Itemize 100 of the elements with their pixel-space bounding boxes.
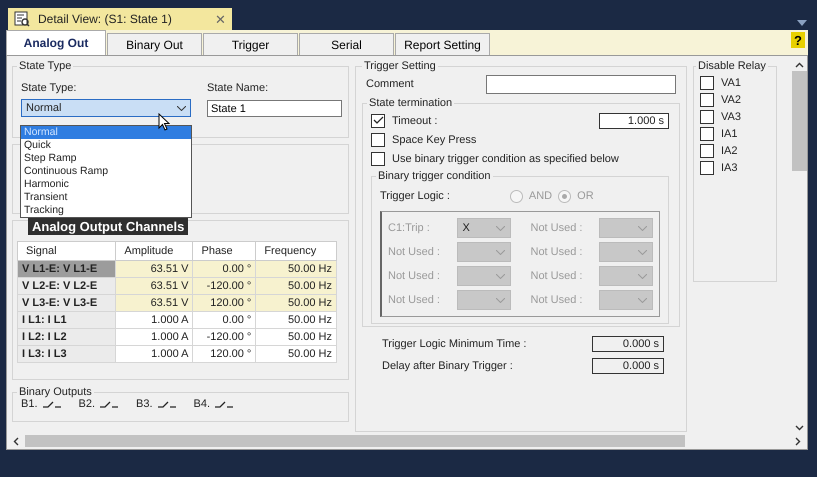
amplitude-cell[interactable]: 63.51 V xyxy=(116,278,193,294)
amplitude-cell[interactable]: 1.000 A xyxy=(116,346,193,362)
chevron-down-icon xyxy=(496,226,504,230)
checkbox-label: Timeout : xyxy=(392,114,438,126)
scroll-right-icon[interactable] xyxy=(795,436,801,446)
frequency-cell[interactable]: 50.00 Hz xyxy=(256,278,336,294)
scroll-down-icon[interactable] xyxy=(795,425,804,431)
window-title: Detail View: (S1: State 1) xyxy=(38,12,172,26)
checkbox[interactable] xyxy=(371,152,385,166)
list-option[interactable]: Quick xyxy=(21,139,191,152)
chevron-down-icon xyxy=(638,274,647,278)
tab[interactable]: Trigger xyxy=(203,33,298,55)
phase-cell[interactable]: -120.00 ° xyxy=(192,278,256,294)
checkbox[interactable] xyxy=(700,76,714,90)
signal-cell[interactable]: V L1-E: V L1-E xyxy=(18,260,116,278)
tab[interactable]: Analog Out xyxy=(6,30,106,55)
input-label: Not Used : xyxy=(530,222,582,234)
checkbox-label: IA2 xyxy=(721,144,738,156)
group-title: Binary trigger condition xyxy=(377,170,492,182)
checkbox-label: Use binary trigger condition as specified below xyxy=(392,152,619,164)
checkbox[interactable] xyxy=(700,110,714,124)
checkbox-label: VA2 xyxy=(721,94,741,106)
help-button[interactable]: ? xyxy=(791,32,805,48)
chevron-down-icon xyxy=(638,298,647,302)
frequency-cell[interactable]: 50.00 Hz xyxy=(256,328,336,346)
checkbox-label: VA3 xyxy=(721,110,741,122)
group-title: State Type xyxy=(18,60,72,72)
checkbox[interactable] xyxy=(700,92,714,106)
radio-label: AND xyxy=(528,190,552,202)
checkbox[interactable] xyxy=(371,114,385,128)
field-label: Delay after Binary Trigger : xyxy=(382,360,513,372)
binary-output-label: B3. xyxy=(136,398,153,410)
column-header: Frequency xyxy=(256,242,336,260)
group-title: Trigger Setting xyxy=(363,60,437,72)
chevron-down-icon xyxy=(177,106,186,110)
scroll-up-icon[interactable] xyxy=(795,62,804,68)
phase-cell[interactable]: 0.00 ° xyxy=(192,260,256,278)
timeout-field[interactable]: 1.000 s xyxy=(599,112,669,128)
phase-cell[interactable]: 120.00 ° xyxy=(192,346,256,362)
amplitude-cell[interactable]: 63.51 V xyxy=(116,260,193,278)
delay-field[interactable]: 0.000 s xyxy=(592,358,664,374)
amplitude-cell[interactable]: 1.000 A xyxy=(116,312,193,328)
switch-contact-icon xyxy=(42,400,61,408)
state-type-dropdown[interactable]: Normal xyxy=(21,99,191,117)
list-option[interactable]: Tracking xyxy=(21,204,191,217)
checkbox[interactable] xyxy=(700,144,714,158)
column-header: Amplitude xyxy=(116,242,193,260)
frequency-cell[interactable]: 50.00 Hz xyxy=(256,294,336,312)
frequency-cell[interactable]: 50.00 Hz xyxy=(256,312,336,328)
frequency-cell[interactable]: 50.00 Hz xyxy=(256,346,336,362)
input-label: Not Used : xyxy=(388,270,440,282)
list-option[interactable]: Step Ramp xyxy=(21,152,191,165)
checkbox-label: IA3 xyxy=(721,162,738,174)
binary-output-label: B1. xyxy=(21,398,38,410)
phase-cell[interactable]: -120.00 ° xyxy=(192,328,256,346)
field-label: Comment xyxy=(366,78,414,90)
document-tab[interactable]: Detail View: (S1: State 1) ✕ xyxy=(8,8,232,30)
close-button[interactable]: ✕ xyxy=(215,12,226,26)
min-time-field[interactable]: 0.000 s xyxy=(592,336,664,352)
checkbox-label: IA1 xyxy=(721,128,738,140)
list-option[interactable]: Continuous Ramp xyxy=(21,165,191,178)
tab[interactable]: Serial xyxy=(299,33,394,55)
input-label: Not Used : xyxy=(530,294,582,306)
state-name-field[interactable]: State 1 xyxy=(207,100,342,117)
checkbox[interactable] xyxy=(700,160,714,174)
checkbox-label: VA1 xyxy=(721,76,741,88)
signal-cell[interactable]: V L2-E: V L2-E xyxy=(18,278,116,294)
chevron-down-icon xyxy=(638,226,647,230)
input-label: Not Used : xyxy=(388,294,440,306)
group-title: Disable Relay xyxy=(697,60,767,72)
tab[interactable]: Report Setting xyxy=(395,33,490,55)
switch-contact-icon xyxy=(100,400,118,408)
switch-contact-icon xyxy=(215,400,234,408)
group-title: State termination xyxy=(368,97,454,109)
radio-label: OR xyxy=(577,190,594,202)
list-option[interactable]: Harmonic xyxy=(21,178,191,191)
column-header: Signal xyxy=(18,242,116,260)
tab[interactable]: Binary Out xyxy=(107,33,202,55)
checkbox[interactable] xyxy=(700,126,714,140)
signal-cell[interactable]: I L1: I L1 xyxy=(18,312,116,328)
phase-cell[interactable]: 120.00 ° xyxy=(192,294,256,312)
amplitude-cell[interactable]: 1.000 A xyxy=(116,328,193,346)
amplitude-cell[interactable]: 63.51 V xyxy=(116,294,193,312)
phase-cell[interactable]: 0.00 ° xyxy=(192,312,256,328)
input-label: Not Used : xyxy=(530,270,582,282)
signal-cell[interactable]: V L3-E: V L3-E xyxy=(18,294,116,312)
dropdown-arrow-icon[interactable] xyxy=(797,20,807,26)
document-search-icon xyxy=(14,11,30,27)
checkbox[interactable] xyxy=(371,132,385,146)
comment-field[interactable] xyxy=(486,75,676,94)
scroll-left-icon[interactable] xyxy=(13,436,19,446)
checkbox-label: Space Key Press xyxy=(392,134,476,146)
input-label: Not Used : xyxy=(530,246,582,258)
field-label: State Name: xyxy=(207,82,270,94)
signal-cell[interactable]: I L2: I L2 xyxy=(18,328,116,346)
chevron-down-icon xyxy=(638,250,647,254)
list-option[interactable]: Transient xyxy=(21,191,191,204)
frequency-cell[interactable]: 50.00 Hz xyxy=(256,260,336,278)
signal-cell[interactable]: I L3: I L3 xyxy=(18,346,116,362)
section-title: Analog Output Channels xyxy=(28,218,188,235)
